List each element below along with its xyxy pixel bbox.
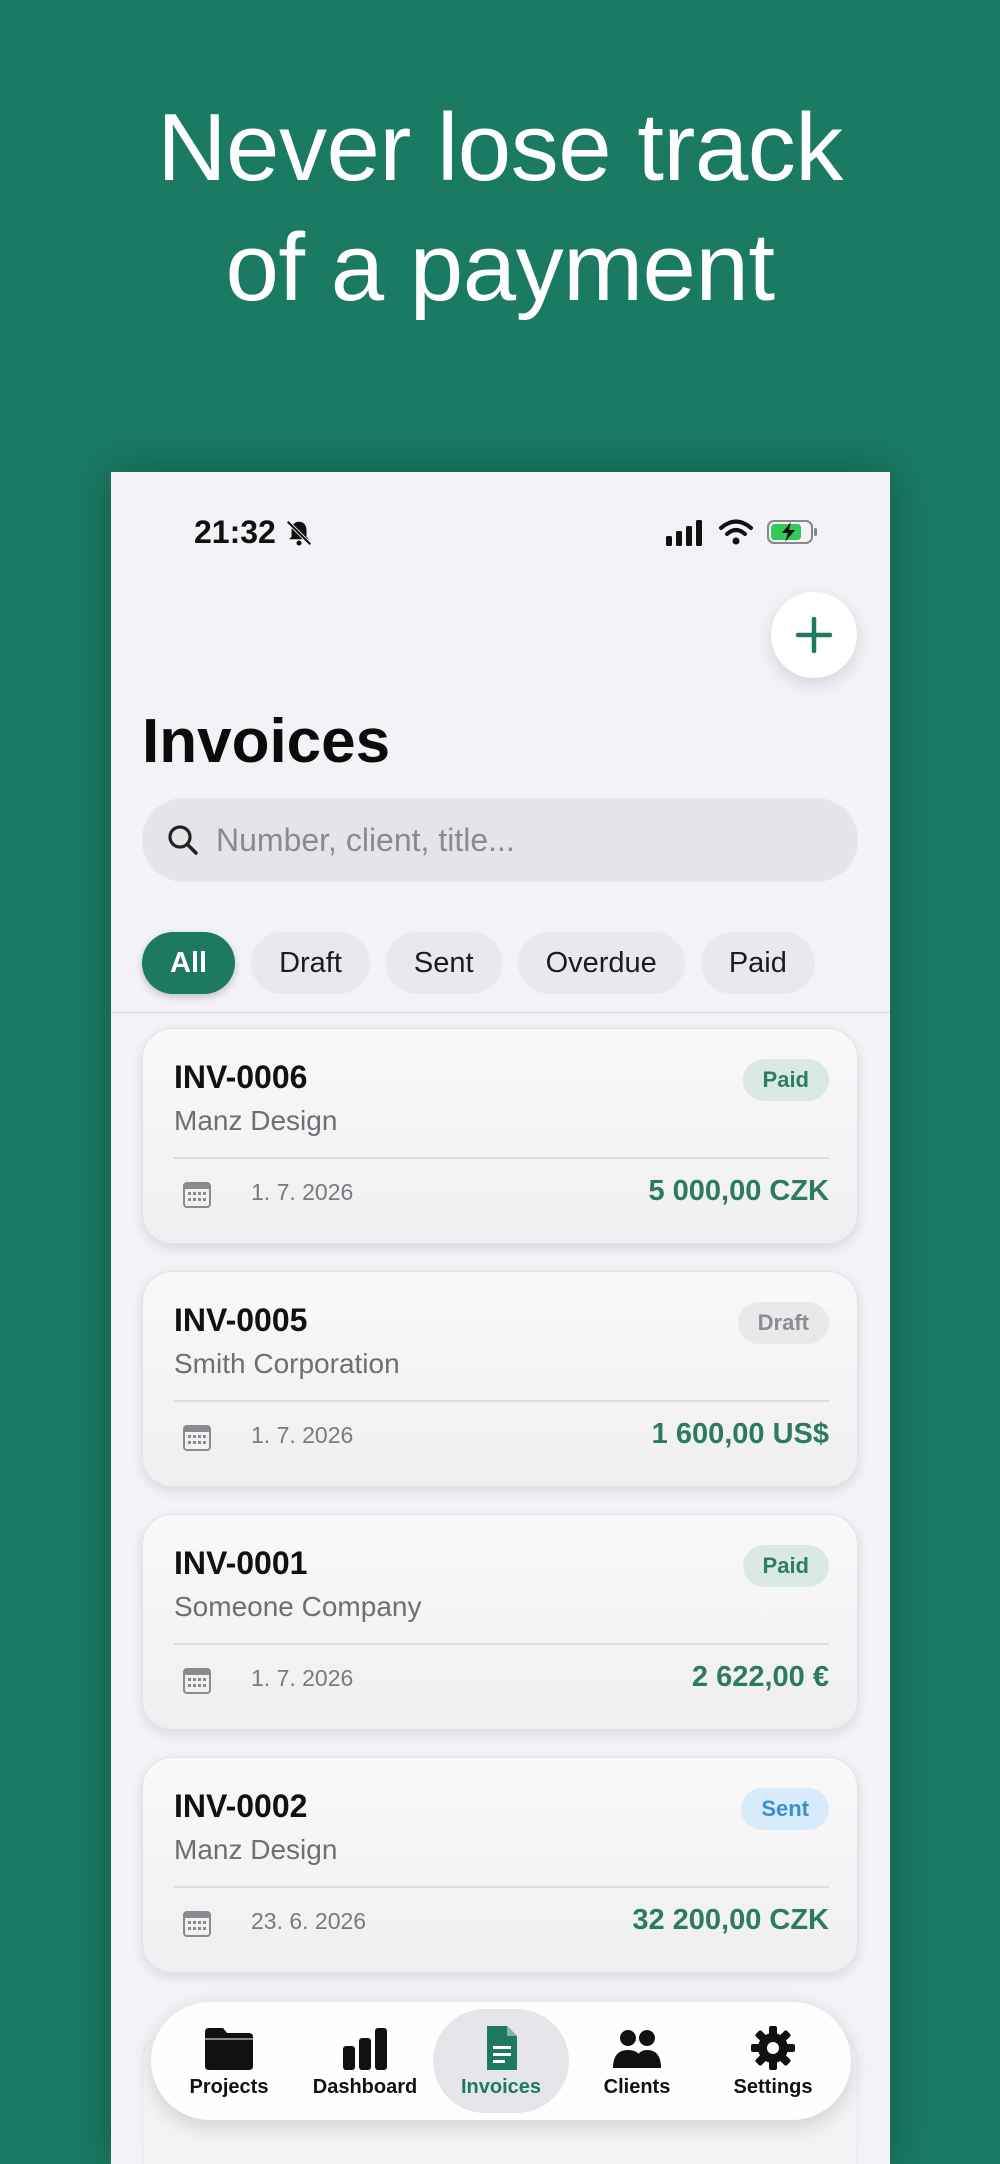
tab-label: Settings: [733, 2075, 813, 2098]
bell-muted-icon: [286, 520, 312, 546]
invoice-date: 23. 6. 2026: [251, 1908, 367, 1934]
calendar-icon: [183, 1182, 211, 1208]
calendar-icon: [183, 1911, 211, 1937]
card-divider: [174, 1157, 829, 1159]
status-filter-chips: All Draft Sent Overdue Paid: [142, 932, 815, 994]
tab-invoices[interactable]: Invoices: [433, 2009, 569, 2113]
status-time: 21:32: [194, 514, 276, 550]
headline-line-2: of a payment: [225, 214, 776, 321]
people-icon: [613, 2029, 661, 2068]
invoice-card[interactable]: INV-0002 Manz Design Sent 23. 6. 2026 32…: [142, 1757, 858, 1973]
status-badge: Sent: [741, 1788, 829, 1830]
filter-chip-paid[interactable]: Paid: [700, 932, 815, 994]
headline-line-1: Never lose track: [157, 94, 843, 201]
invoice-card[interactable]: INV-0001 Someone Company Paid 1. 7. 2026…: [142, 1514, 858, 1730]
signal-icon: [666, 520, 702, 546]
marketing-headline: Never lose track of a payment: [0, 88, 1000, 328]
folder-icon: [205, 2027, 253, 2070]
card-divider: [174, 1643, 829, 1645]
invoice-number: INV-0005: [174, 1302, 308, 1338]
invoice-list: INV-0006 Manz Design Paid 1. 7. 2026 5 0…: [142, 1028, 858, 2000]
card-divider: [174, 1400, 829, 1402]
calendar-icon: [183, 1668, 211, 1694]
plus-icon: [795, 616, 833, 654]
tab-projects[interactable]: Projects: [161, 2009, 297, 2113]
divider: [111, 1012, 890, 1013]
card-divider: [174, 1886, 829, 1888]
status-badge: Paid: [742, 1059, 829, 1101]
tab-settings[interactable]: Settings: [705, 2009, 841, 2113]
invoice-date: 1. 7. 2026: [251, 1179, 354, 1205]
invoice-client: Manz Design: [174, 1105, 338, 1136]
invoice-date: 1. 7. 2026: [251, 1665, 354, 1691]
invoice-amount: 5 000,00 CZK: [648, 1175, 829, 1207]
gear-icon: [751, 2025, 795, 2070]
add-invoice-button[interactable]: [771, 592, 857, 678]
invoice-client: Someone Company: [174, 1591, 422, 1622]
status-badge: Paid: [742, 1545, 829, 1587]
document-icon: [487, 2025, 517, 2070]
invoice-number: INV-0006: [174, 1059, 308, 1095]
invoice-amount: 1 600,00 US$: [651, 1418, 829, 1450]
page-title: Invoices: [142, 707, 391, 776]
phone-screen: 21:32 Invoices Number, client, title... …: [111, 472, 890, 2164]
tab-clients[interactable]: Clients: [569, 2009, 705, 2113]
invoice-amount: 2 622,00 €: [691, 1661, 829, 1693]
invoice-client: Manz Design: [174, 1834, 338, 1865]
invoice-number: INV-0002: [174, 1788, 308, 1824]
invoice-amount: 32 200,00 CZK: [632, 1904, 829, 1936]
invoice-client: Smith Corporation: [174, 1348, 400, 1379]
tab-label: Clients: [603, 2075, 671, 2098]
filter-chip-overdue[interactable]: Overdue: [517, 932, 685, 994]
filter-chip-sent[interactable]: Sent: [385, 932, 502, 994]
invoice-card[interactable]: INV-0006 Manz Design Paid 1. 7. 2026 5 0…: [142, 1028, 858, 1244]
search-icon: [168, 825, 198, 855]
tab-label: Dashboard: [312, 2075, 418, 2098]
battery-charging-icon: [767, 520, 817, 544]
filter-chip-draft[interactable]: Draft: [251, 932, 370, 994]
search-bar[interactable]: [142, 798, 858, 882]
bar-chart-icon: [343, 2027, 387, 2070]
tab-dashboard[interactable]: Dashboard: [297, 2009, 433, 2113]
filter-chip-all[interactable]: All: [142, 932, 236, 994]
tab-bar: Projects Dashboard Invoices Clients Sett…: [151, 2002, 851, 2120]
status-badge: Draft: [737, 1302, 829, 1344]
search-input[interactable]: [216, 821, 816, 859]
status-bar: 21:32: [111, 472, 890, 592]
calendar-icon: [183, 1425, 211, 1451]
invoice-date: 1. 7. 2026: [251, 1422, 354, 1448]
tab-label: Projects: [189, 2075, 269, 2098]
invoice-number: INV-0001: [174, 1545, 308, 1581]
invoice-card[interactable]: INV-0005 Smith Corporation Draft 1. 7. 2…: [142, 1271, 858, 1487]
tab-label: Invoices: [460, 2075, 542, 2098]
wifi-icon: [719, 519, 753, 545]
